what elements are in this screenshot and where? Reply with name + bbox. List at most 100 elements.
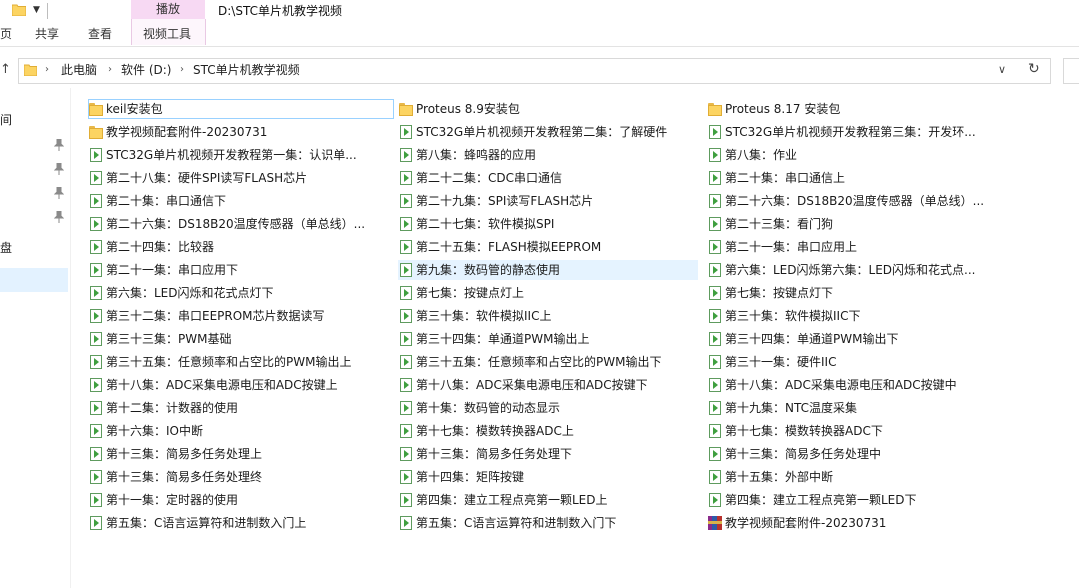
file-item[interactable]: 第二十四集：比较器 xyxy=(88,237,394,257)
video-file-icon xyxy=(398,400,414,416)
file-item[interactable]: 第九集：数码管的静态使用 xyxy=(398,260,698,280)
tab-view[interactable]: 查看 xyxy=(88,26,112,42)
chevron-right-icon[interactable]: › xyxy=(180,63,184,77)
file-item[interactable]: 第十四集：矩阵按键 xyxy=(398,467,698,487)
file-item[interactable]: 第五集：C语言运算符和进制数入门上 xyxy=(88,513,394,533)
file-item[interactable]: 第十三集：简易多任务处理上 xyxy=(88,444,394,464)
search-input[interactable] xyxy=(1063,58,1079,84)
file-item[interactable]: 第二十六集：DS18B20温度传感器（单总线）... xyxy=(88,214,394,234)
file-name: 第三十二集：串口EEPROM芯片数据读写 xyxy=(106,309,325,323)
file-item[interactable]: STC32G单片机视频开发教程第三集：开发环... xyxy=(707,122,1007,142)
up-arrow-icon[interactable]: ↑ xyxy=(0,63,11,77)
file-name: 第十四集：矩阵按键 xyxy=(416,470,525,484)
file-item[interactable]: 第二十一集：串口应用下 xyxy=(88,260,394,280)
refresh-icon[interactable]: ↻ xyxy=(1028,61,1040,77)
file-item[interactable]: 第十三集：简易多任务处理终 xyxy=(88,467,394,487)
file-item[interactable]: 第十六集：IO中断 xyxy=(88,421,394,441)
nav-item-label[interactable]: 间 xyxy=(0,112,12,128)
chevron-right-icon[interactable]: › xyxy=(45,63,49,77)
folder-item[interactable]: Proteus 8.17 安装包 xyxy=(707,99,1007,119)
file-item[interactable]: 第三十一集：硬件IIC xyxy=(707,352,1007,372)
file-item[interactable]: 第三十三集：PWM基础 xyxy=(88,329,394,349)
contextual-tab-play[interactable]: 播放 xyxy=(131,1,205,17)
file-item[interactable]: 第十八集：ADC采集电源电压和ADC按键中 xyxy=(707,375,1007,395)
file-item[interactable]: 第十七集：模数转换器ADC上 xyxy=(398,421,698,441)
file-item[interactable]: 第二十八集：硬件SPI读写FLASH芯片 xyxy=(88,168,394,188)
file-item[interactable]: 第三十四集：单通道PWM输出下 xyxy=(707,329,1007,349)
file-item[interactable]: 教学视频配套附件-20230731 xyxy=(707,513,1007,533)
file-item[interactable]: 第二十集：串口通信下 xyxy=(88,191,394,211)
file-item[interactable]: 第十二集：计数器的使用 xyxy=(88,398,394,418)
video-file-icon xyxy=(707,469,723,485)
file-item[interactable]: 第三十集：软件模拟IIC上 xyxy=(398,306,698,326)
file-item[interactable]: 第七集：按键点灯下 xyxy=(707,283,1007,303)
folder-item[interactable]: keil安装包 xyxy=(88,99,394,119)
file-item[interactable]: 第四集：建立工程点亮第一颗LED上 xyxy=(398,490,698,510)
folder-item[interactable]: Proteus 8.9安装包 xyxy=(398,99,698,119)
file-item[interactable]: 第十九集：NTC温度采集 xyxy=(707,398,1007,418)
video-file-icon xyxy=(398,193,414,209)
file-item[interactable]: 第十五集：外部中断 xyxy=(707,467,1007,487)
file-name: 第三十五集：任意频率和占空比的PWM输出上 xyxy=(106,355,352,369)
file-item[interactable]: STC32G单片机视频开发教程第一集：认识单... xyxy=(88,145,394,165)
file-item[interactable]: 第五集：C语言运算符和进制数入门下 xyxy=(398,513,698,533)
file-item[interactable]: 第十八集：ADC采集电源电压和ADC按键下 xyxy=(398,375,698,395)
file-item[interactable]: 第六集：LED闪烁第六集：LED闪烁和花式点... xyxy=(707,260,1007,280)
file-item[interactable]: 第二十集：串口通信上 xyxy=(707,168,1007,188)
video-file-icon xyxy=(88,377,104,393)
chevron-down-icon[interactable]: ∨ xyxy=(998,64,1006,76)
breadcrumb-current-folder[interactable]: STC单片机教学视频 xyxy=(193,62,300,78)
video-file-icon xyxy=(707,354,723,370)
file-item[interactable]: 第八集：蜂鸣器的应用 xyxy=(398,145,698,165)
tab-video-tools[interactable]: 视频工具 xyxy=(143,26,191,42)
file-item[interactable]: 第十集：数码管的动态显示 xyxy=(398,398,698,418)
video-file-icon xyxy=(398,469,414,485)
file-item[interactable]: 第二十六集：DS18B20温度传感器（单总线）... xyxy=(707,191,1007,211)
tab-share[interactable]: 共享 xyxy=(35,26,59,42)
file-name: 第七集：按键点灯下 xyxy=(725,286,834,300)
file-item[interactable]: 第六集：LED闪烁和花式点灯下 xyxy=(88,283,394,303)
file-name: 第十三集：简易多任务处理终 xyxy=(106,470,263,484)
file-item[interactable]: 第二十一集：串口应用上 xyxy=(707,237,1007,257)
nav-item-selected[interactable] xyxy=(0,268,68,292)
file-name: 第三十集：软件模拟IIC上 xyxy=(416,309,552,323)
file-name: 第二十一集：串口应用上 xyxy=(725,240,858,254)
nav-item-label[interactable]: 盘 xyxy=(0,240,12,256)
file-name: 第四集：建立工程点亮第一颗LED下 xyxy=(725,493,917,507)
quick-access-dropdown-icon[interactable]: ▼ xyxy=(33,4,40,16)
file-item[interactable]: 第二十二集：CDC串口通信 xyxy=(398,168,698,188)
file-item[interactable]: 第十七集：模数转换器ADC下 xyxy=(707,421,1007,441)
file-item[interactable]: 第二十五集：FLASH模拟EEPROM xyxy=(398,237,698,257)
file-item[interactable]: 第七集：按键点灯上 xyxy=(398,283,698,303)
video-file-icon xyxy=(88,423,104,439)
file-item[interactable]: 第十三集：简易多任务处理中 xyxy=(707,444,1007,464)
file-item[interactable]: 第十三集：简易多任务处理下 xyxy=(398,444,698,464)
file-item[interactable]: 第十八集：ADC采集电源电压和ADC按键上 xyxy=(88,375,394,395)
video-file-icon xyxy=(398,239,414,255)
file-name: 第二十五集：FLASH模拟EEPROM xyxy=(416,240,602,254)
file-item[interactable]: 第二十七集：软件模拟SPI xyxy=(398,214,698,234)
file-item[interactable]: 第八集：作业 xyxy=(707,145,1007,165)
file-item[interactable]: 第十一集：定时器的使用 xyxy=(88,490,394,510)
video-file-icon xyxy=(88,308,104,324)
breadcrumb-this-pc[interactable]: 此电脑 xyxy=(61,62,97,78)
file-item[interactable]: STC32G单片机视频开发教程第二集：了解硬件 xyxy=(398,122,698,142)
file-item[interactable]: 第二十九集：SPI读写FLASH芯片 xyxy=(398,191,698,211)
breadcrumb-drive-d[interactable]: 软件 (D:) xyxy=(121,62,171,78)
file-name: 第二十七集：软件模拟SPI xyxy=(416,217,555,231)
file-item[interactable]: 第三十二集：串口EEPROM芯片数据读写 xyxy=(88,306,394,326)
chevron-right-icon[interactable]: › xyxy=(108,63,112,77)
archive-icon xyxy=(707,515,723,531)
pin-icon xyxy=(54,211,64,223)
file-item[interactable]: 第三十五集：任意频率和占空比的PWM输出下 xyxy=(398,352,698,372)
file-item[interactable]: 第三十五集：任意频率和占空比的PWM输出上 xyxy=(88,352,394,372)
file-name: 第八集：蜂鸣器的应用 xyxy=(416,148,537,162)
tab-home[interactable]: 页 xyxy=(0,26,12,42)
folder-item[interactable]: 教学视频配套附件-20230731 xyxy=(88,122,394,142)
file-item[interactable]: 第三十四集：单通道PWM输出上 xyxy=(398,329,698,349)
file-item[interactable]: 第四集：建立工程点亮第一颗LED下 xyxy=(707,490,1007,510)
file-item[interactable]: 第三十集：软件模拟IIC下 xyxy=(707,306,1007,326)
file-name: 第十二集：计数器的使用 xyxy=(106,401,239,415)
file-item[interactable]: 第二十三集：看门狗 xyxy=(707,214,1007,234)
folder-icon xyxy=(398,101,414,117)
